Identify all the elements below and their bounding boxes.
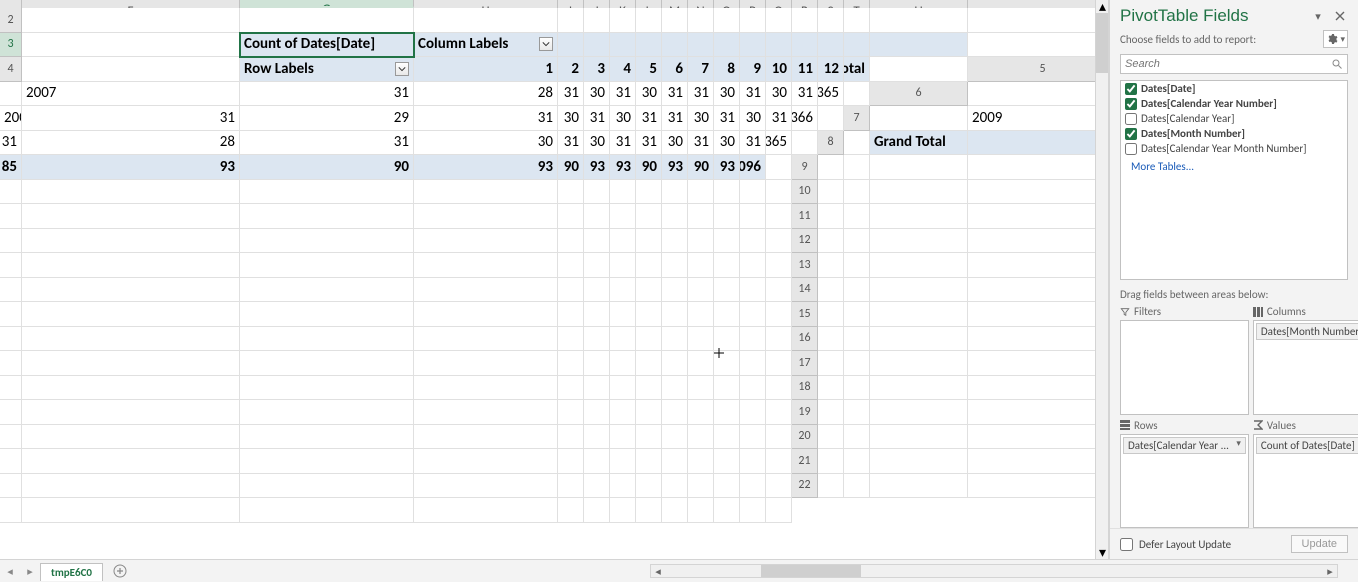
defer-layout-checkbox[interactable] <box>1120 538 1133 551</box>
field-search[interactable] <box>1120 54 1348 74</box>
row-header[interactable]: 13 <box>792 253 818 278</box>
row-header[interactable]: 8 <box>818 131 844 156</box>
scroll-thumb[interactable] <box>761 565 861 577</box>
drag-areas-label: Drag fields between areas below: <box>1110 280 1358 305</box>
gear-icon[interactable]: ▾ <box>1323 30 1348 48</box>
pane-title: PivotTable Fields <box>1120 6 1304 26</box>
field-item[interactable]: Dates[Month Number] <box>1121 126 1347 141</box>
scroll-down-icon[interactable]: ▾ <box>1096 546 1109 559</box>
defer-layout-label: Defer Layout Update <box>1139 538 1231 551</box>
row-header[interactable]: 22 <box>792 474 818 499</box>
row-header[interactable]: 7 <box>844 106 870 131</box>
sheet-tab-strip[interactable]: ◂ ▸ tmpE6C0 ◂ ▸ <box>0 559 1358 582</box>
row-header[interactable]: 9 <box>792 155 818 180</box>
field-checkbox[interactable] <box>1125 113 1137 125</box>
row-header[interactable]: 20 <box>792 425 818 450</box>
row-header[interactable]: 12 <box>792 229 818 254</box>
column-labels-dropdown[interactable] <box>539 37 553 51</box>
pivot-row-label[interactable]: 2008 <box>0 106 22 131</box>
row-header[interactable]: 6 <box>870 82 968 107</box>
pane-options-dropdown[interactable]: ▾ <box>1310 8 1326 24</box>
more-tables-link[interactable]: More Tables... <box>1121 156 1347 175</box>
row-header[interactable]: 19 <box>792 400 818 425</box>
row-header[interactable]: 4 <box>0 57 22 82</box>
field-item[interactable]: Dates[Calendar Year] <box>1121 111 1347 126</box>
grand-total-row-label[interactable]: Grand Total <box>870 131 968 156</box>
choose-fields-label: Choose fields to add to report: <box>1120 33 1256 46</box>
field-checkbox[interactable] <box>1125 128 1137 140</box>
search-icon[interactable] <box>1327 58 1347 70</box>
column-header-row[interactable]: F G H I J K L M N O P Q R S T U <box>0 0 1108 8</box>
sigma-icon <box>1253 420 1263 430</box>
row-header[interactable]: 21 <box>792 449 818 474</box>
values-area[interactable]: Values Count of Dates[Date] <box>1253 419 1358 529</box>
scroll-left-icon[interactable]: ◂ <box>651 565 665 577</box>
field-list[interactable]: Dates[Date] Dates[Calendar Year Number] … <box>1120 80 1348 280</box>
values-chip[interactable]: Count of Dates[Date] <box>1256 437 1358 454</box>
tab-nav-prev[interactable]: ◂ <box>0 560 20 582</box>
pivot-row-label[interactable]: 2009 <box>968 106 1109 131</box>
cells[interactable]: 2 3 Count of Dates[Date] Column Labels 4 <box>0 8 1108 523</box>
spreadsheet-grid[interactable]: F G H I J K L M N O P Q R S T U 2 <box>0 0 1109 559</box>
row-labels-dropdown[interactable] <box>395 62 409 76</box>
pivottable-fields-pane: PivotTable Fields ▾ Choose fields to add… <box>1109 0 1358 559</box>
row-header[interactable]: 15 <box>792 302 818 327</box>
update-button[interactable]: Update <box>1291 535 1348 553</box>
field-item[interactable]: Dates[Date] <box>1121 81 1347 96</box>
scroll-thumb[interactable] <box>1096 13 1108 73</box>
row-header[interactable]: 11 <box>792 204 818 229</box>
scroll-up-icon[interactable]: ▴ <box>1096 0 1109 13</box>
overall-grand-total[interactable]: 1096 <box>740 155 766 180</box>
field-item[interactable]: Dates[Calendar Year Number] <box>1121 96 1347 111</box>
rows-icon <box>1120 420 1130 430</box>
pivot-column-labels[interactable]: Column Labels <box>414 33 558 58</box>
row-header[interactable]: 2 <box>0 8 22 33</box>
rows-chip[interactable]: Dates[Calendar Year ... <box>1123 437 1246 454</box>
columns-chip[interactable]: Dates[Month Number] <box>1256 323 1358 340</box>
row-header[interactable]: 16 <box>792 327 818 352</box>
columns-area[interactable]: Columns Dates[Month Number] <box>1253 305 1358 415</box>
row-header[interactable]: 18 <box>792 376 818 401</box>
scroll-right-icon[interactable]: ▸ <box>1323 565 1337 577</box>
field-checkbox[interactable] <box>1125 143 1137 155</box>
search-input[interactable] <box>1121 58 1327 70</box>
close-icon[interactable] <box>1332 8 1348 24</box>
vertical-scrollbar[interactable]: ▴ ▾ <box>1095 0 1108 559</box>
pivot-row-label[interactable]: 2007 <box>22 82 240 107</box>
rows-area[interactable]: Rows Dates[Calendar Year ... <box>1120 419 1249 529</box>
add-sheet-button[interactable] <box>109 560 131 582</box>
field-checkbox[interactable] <box>1125 98 1137 110</box>
field-checkbox[interactable] <box>1125 83 1137 95</box>
sheet-tab[interactable]: tmpE6C0 <box>40 563 103 581</box>
row-header[interactable]: 5 <box>968 57 1109 82</box>
filter-icon <box>1120 307 1130 317</box>
field-item[interactable]: Dates[Calendar Year Month Number] <box>1121 141 1347 156</box>
columns-icon <box>1253 307 1263 317</box>
pivot-count-label[interactable]: Count of Dates[Date] <box>240 33 414 58</box>
grand-total-col-header[interactable]: Grand Total <box>844 57 870 82</box>
pivot-row-labels[interactable]: Row Labels <box>240 57 414 82</box>
tab-nav-next[interactable]: ▸ <box>20 560 40 582</box>
row-header[interactable]: 10 <box>792 180 818 205</box>
horizontal-scrollbar[interactable]: ◂ ▸ <box>650 564 1338 578</box>
row-header[interactable]: 14 <box>792 278 818 303</box>
filters-area[interactable]: Filters <box>1120 305 1249 415</box>
row-header[interactable]: 17 <box>792 351 818 376</box>
row-header[interactable]: 3 <box>0 33 22 58</box>
